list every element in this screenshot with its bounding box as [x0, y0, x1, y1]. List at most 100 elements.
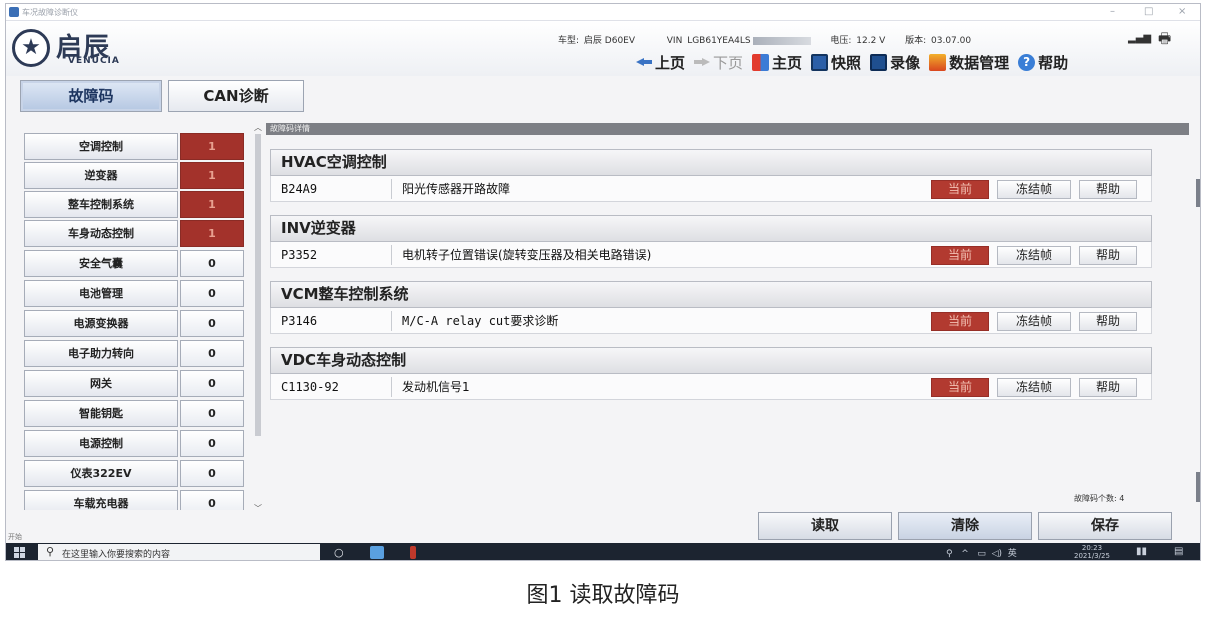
system-label: 逆变器 — [24, 162, 178, 189]
tab-can-diagnosis[interactable]: CAN诊断 — [168, 80, 304, 112]
freeze-frame-button[interactable]: 冻结帧 — [997, 180, 1071, 199]
next-page-button[interactable]: 下页 — [694, 52, 743, 73]
diagnostic-app-taskbar-icon[interactable] — [410, 546, 416, 559]
freeze-frame-button[interactable]: 冻结帧 — [997, 246, 1071, 265]
system-row[interactable]: 车载充电器 0 — [24, 490, 244, 510]
tab-dtc[interactable]: 故障码 — [20, 80, 162, 112]
freeze-frame-button[interactable]: 冻结帧 — [997, 312, 1071, 331]
window-title: 车况故障诊断仪 — [22, 8, 78, 17]
system-row[interactable]: 电子助力转向 0 — [24, 340, 244, 367]
detail-scrollbar-thumb[interactable] — [1196, 179, 1200, 207]
search-placeholder: 在这里输入你要搜索的内容 — [62, 550, 171, 560]
dtc-help-button[interactable]: 帮助 — [1079, 312, 1137, 331]
vin-label: VIN — [666, 36, 683, 46]
system-row[interactable]: 电池管理 0 — [24, 280, 244, 307]
dtc-row: P3146 M/C-A relay cut要求诊断 当前 冻结帧 帮助 — [270, 308, 1152, 334]
system-row[interactable]: 网关 0 — [24, 370, 244, 397]
detail-scrollbar-thumb[interactable] — [1196, 472, 1200, 502]
taskbar-clock[interactable]: 20:23 2021/3/25 — [1074, 544, 1110, 560]
minimize-icon[interactable]: – — [1110, 6, 1115, 17]
system-dtc-count: 1 — [180, 220, 244, 247]
system-label: 电池管理 — [24, 280, 178, 307]
snapshot-button[interactable]: 快照 — [811, 52, 861, 73]
dtc-description: 阳光传感器开路故障 — [402, 182, 511, 196]
network-icon[interactable]: ▮▮ — [1136, 546, 1147, 557]
system-row[interactable]: 逆变器 1 — [24, 162, 244, 189]
windows-start-icon[interactable] — [14, 547, 26, 558]
voltage-value: 12.2 V — [856, 36, 886, 46]
record-label: 录像 — [890, 53, 921, 72]
vin-redacted — [752, 36, 811, 45]
dtc-help-button[interactable]: 帮助 — [1079, 378, 1137, 397]
system-row[interactable]: 整车控制系统 1 — [24, 191, 244, 218]
battery-icon[interactable]: ▭ — [977, 549, 986, 559]
dtc-count: 故障码个数: 4 — [1074, 493, 1124, 504]
system-label: 车身动态控制 — [24, 220, 178, 247]
version-label: 版本: — [905, 36, 927, 46]
system-row[interactable]: 车身动态控制 1 — [24, 220, 244, 247]
volume-icon[interactable]: ◁) — [992, 549, 1002, 559]
person-icon[interactable]: ⚲ — [946, 549, 953, 559]
input-language[interactable]: 英 — [1008, 549, 1017, 559]
data-management-button[interactable]: 数据管理 — [929, 52, 1009, 73]
save-button[interactable]: 保存 — [1038, 512, 1172, 540]
dtc-code: P3146 — [281, 314, 318, 328]
system-dtc-count: 1 — [180, 191, 244, 218]
notification-icon[interactable]: ▤ — [1174, 546, 1183, 557]
home-label: 主页 — [772, 53, 803, 72]
clock-time: 20:23 — [1081, 544, 1103, 552]
dtc-status-badge: 当前 — [931, 246, 989, 265]
system-row[interactable]: 电源变换器 0 — [24, 310, 244, 337]
prev-page-button[interactable]: 上页 — [636, 52, 685, 73]
dtc-status-badge: 当前 — [931, 312, 989, 331]
cortana-icon[interactable]: ○ — [334, 546, 348, 559]
help-button[interactable]: ? 帮助 — [1018, 52, 1068, 73]
system-dtc-count: 0 — [180, 250, 244, 277]
system-list: 空调控制 1 逆变器 1 整车控制系统 1 车身动态控制 1 安全气囊 0 电池… — [24, 130, 244, 510]
app-taskbar-icon[interactable] — [370, 546, 384, 559]
system-dtc-count: 0 — [180, 430, 244, 457]
record-button[interactable]: 录像 — [870, 52, 920, 73]
freeze-frame-button[interactable]: 冻结帧 — [997, 378, 1071, 397]
model-label: 车型: — [558, 36, 580, 46]
system-row[interactable]: 电源控制 0 — [24, 430, 244, 457]
system-row[interactable]: 智能钥匙 0 — [24, 400, 244, 427]
dtc-description: 电机转子位置错误(旋转变压器及相关电路错误) — [402, 248, 652, 262]
chevron-up-icon[interactable]: ^ — [961, 549, 969, 559]
printer-icon[interactable]: 🖶 — [1158, 28, 1171, 52]
system-dtc-count: 0 — [180, 310, 244, 337]
system-dtc-count: 0 — [180, 490, 244, 510]
dtc-help-button[interactable]: 帮助 — [1079, 180, 1137, 199]
taskbar-search-box[interactable]: ⚲ 在这里输入你要搜索的内容 — [38, 544, 320, 560]
dtc-code: C1130-92 — [281, 380, 339, 394]
system-dtc-count: 0 — [180, 370, 244, 397]
dtc-count-label: 故障码个数: — [1074, 494, 1117, 503]
help-icon: ? — [1018, 53, 1036, 71]
arrow-left-icon — [636, 57, 652, 67]
system-list-scrollbar[interactable]: ︿ ﹀ — [252, 122, 264, 514]
snapshot-icon — [811, 53, 829, 71]
scrollbar-thumb[interactable] — [255, 134, 261, 436]
dtc-help-button[interactable]: 帮助 — [1079, 246, 1137, 265]
prev-page-label: 上页 — [655, 53, 686, 72]
clear-button[interactable]: 清除 — [898, 512, 1032, 540]
chevron-down-icon[interactable]: ﹀ — [254, 503, 262, 514]
home-button[interactable]: 主页 — [752, 52, 802, 73]
data-management-icon — [929, 53, 947, 71]
record-icon — [870, 53, 888, 71]
brand-logo: ★ 启辰 VENUCIA — [12, 29, 152, 71]
system-row[interactable]: 空调控制 1 — [24, 133, 244, 160]
dtc-status-badge: 当前 — [931, 378, 989, 397]
star-logo-icon: ★ — [12, 29, 50, 67]
system-label: 仪表322EV — [24, 460, 178, 487]
arrow-right-icon — [694, 57, 711, 67]
read-button[interactable]: 读取 — [758, 512, 892, 540]
system-row[interactable]: 安全气囊 0 — [24, 250, 244, 277]
maximize-icon[interactable]: □ — [1144, 6, 1153, 17]
system-row[interactable]: 仪表322EV 0 — [24, 460, 244, 487]
dtc-group-title: HVAC空调控制 — [270, 149, 1152, 176]
dtc-status-badge: 当前 — [931, 180, 989, 199]
close-icon[interactable]: × — [1178, 6, 1186, 17]
chevron-up-icon[interactable]: ︿ — [254, 122, 262, 133]
model-value: 启辰 D60EV — [583, 36, 636, 46]
